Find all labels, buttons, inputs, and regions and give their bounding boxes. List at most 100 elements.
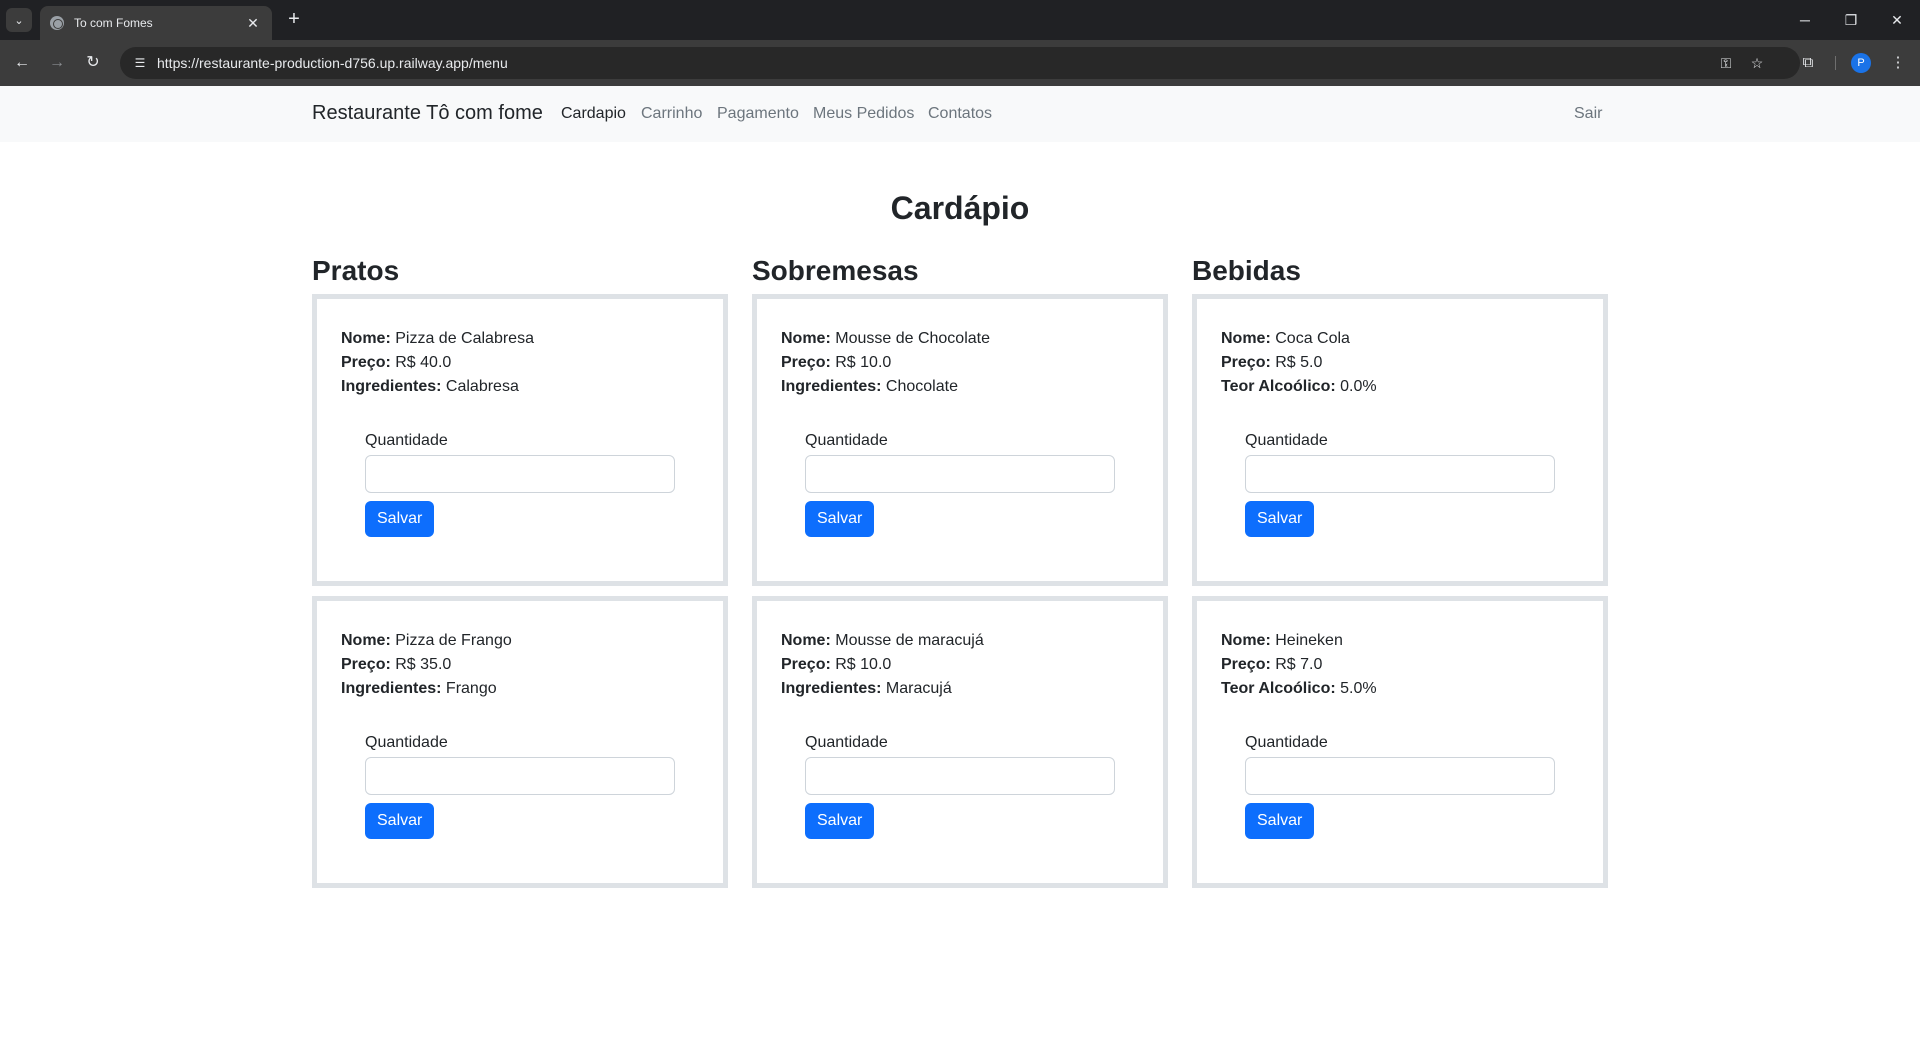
back-arrow-icon[interactable]: ←: [9, 50, 35, 76]
forward-arrow-icon[interactable]: →: [44, 50, 70, 76]
ingredients-label: Ingredientes:: [341, 378, 442, 395]
quantity-label: Quantidade: [805, 734, 888, 751]
site-info-icon[interactable]: ☰: [130, 53, 150, 73]
item-price: R$ 7.0: [1275, 656, 1323, 673]
quantity-input[interactable]: [805, 757, 1115, 795]
extensions-puzzle-icon[interactable]: ⧉: [1796, 51, 1820, 75]
menu-item-card: Nome: Mousse de maracujá Preço: R$ 10.0 …: [752, 596, 1168, 888]
item-info: Nome: Pizza de Calabresa Preço: R$ 40.0 …: [341, 327, 534, 399]
quantity-label: Quantidade: [365, 734, 448, 751]
alcohol-label: Teor Alcoólico:: [1221, 680, 1336, 697]
new-tab-plus-icon[interactable]: +: [282, 8, 306, 32]
item-name: Mousse de Chocolate: [835, 330, 990, 347]
restore-icon[interactable]: ❐: [1828, 6, 1874, 34]
password-key-icon[interactable]: ⚿: [1716, 53, 1736, 73]
page-title: Cardápio: [890, 190, 1030, 226]
toolbar-divider: [1835, 56, 1836, 70]
quantity-label: Quantidade: [1245, 432, 1328, 449]
quantity-label: Quantidade: [805, 432, 888, 449]
browser-toolbar: ← → ↻ ☰ https://restaurante-production-d…: [0, 40, 1920, 86]
item-alcohol: 5.0%: [1340, 680, 1377, 697]
menu-item-card: Nome: Pizza de Frango Preço: R$ 35.0 Ing…: [312, 596, 728, 888]
menu-item-card: Nome: Pizza de Calabresa Preço: R$ 40.0 …: [312, 294, 728, 586]
price-label: Preço:: [781, 354, 831, 371]
ingredients-label: Ingredientes:: [341, 680, 442, 697]
item-name: Coca Cola: [1275, 330, 1350, 347]
nav-link-pagamento[interactable]: Pagamento: [717, 105, 799, 123]
item-ingredients: Frango: [445, 680, 497, 697]
save-button[interactable]: Salvar: [1245, 501, 1315, 537]
item-info: Nome: Heineken Preço: R$ 7.0 Teor Alcoól…: [1221, 629, 1377, 701]
browser-tab[interactable]: To com Fomes ✕: [40, 6, 272, 40]
menu-item-card: Nome: Heineken Preço: R$ 7.0 Teor Alcoól…: [1192, 596, 1608, 888]
item-name: Heineken: [1275, 632, 1343, 649]
section-bebidas: Bebidas Nome: Coca Cola Preço: R$ 5.0 Te…: [1192, 252, 1608, 898]
quantity-label: Quantidade: [365, 432, 448, 449]
reload-icon[interactable]: ↻: [80, 50, 106, 76]
quantity-input[interactable]: [805, 455, 1115, 493]
quantity-input[interactable]: [1245, 455, 1555, 493]
item-name: Pizza de Frango: [395, 632, 512, 649]
name-label: Nome:: [781, 330, 831, 347]
item-info: Nome: Pizza de Frango Preço: R$ 35.0 Ing…: [341, 629, 512, 701]
address-bar[interactable]: ☰ https://restaurante-production-d756.up…: [120, 47, 1800, 79]
globe-icon: [50, 16, 64, 30]
name-label: Nome:: [341, 632, 391, 649]
save-button[interactable]: Salvar: [1245, 803, 1315, 839]
price-label: Preço:: [781, 656, 831, 673]
quantity-input[interactable]: [365, 757, 675, 795]
price-label: Preço:: [1221, 354, 1271, 371]
nav-link-carrinho[interactable]: Carrinho: [641, 105, 702, 123]
brand-link[interactable]: Restaurante Tô com fome: [312, 102, 543, 125]
name-label: Nome:: [1221, 330, 1271, 347]
ingredients-label: Ingredientes:: [781, 680, 882, 697]
site-navbar: Restaurante Tô com fome Cardapio Carrinh…: [0, 86, 1920, 142]
price-label: Preço:: [1221, 656, 1271, 673]
price-label: Preço:: [341, 354, 391, 371]
quantity-input[interactable]: [365, 455, 675, 493]
section-sobremesas: Sobremesas Nome: Mousse de Chocolate Pre…: [752, 252, 1168, 898]
save-button[interactable]: Salvar: [805, 501, 875, 537]
item-info: Nome: Mousse de maracujá Preço: R$ 10.0 …: [781, 629, 984, 701]
name-label: Nome:: [1221, 632, 1271, 649]
nav-link-cardapio[interactable]: Cardapio: [561, 105, 626, 123]
tab-search-chevron-icon[interactable]: ⌄: [6, 8, 32, 32]
close-window-icon[interactable]: ✕: [1874, 6, 1920, 34]
price-label: Preço:: [341, 656, 391, 673]
save-button[interactable]: Salvar: [365, 803, 435, 839]
item-name: Mousse de maracujá: [835, 632, 984, 649]
bookmark-star-icon[interactable]: ☆: [1747, 53, 1767, 73]
section-pratos: Pratos Nome: Pizza de Calabresa Preço: R…: [312, 252, 728, 898]
item-price: R$ 5.0: [1275, 354, 1323, 371]
browser-tab-strip: ⌄ To com Fomes ✕ + ─ ❐ ✕: [0, 0, 1920, 40]
name-label: Nome:: [781, 632, 831, 649]
section-title: Bebidas: [1192, 255, 1301, 286]
close-tab-icon[interactable]: ✕: [244, 15, 262, 32]
item-price: R$ 10.0: [835, 354, 892, 371]
item-ingredients: Maracujá: [885, 680, 952, 697]
logout-link[interactable]: Sair: [1574, 105, 1602, 123]
profile-avatar[interactable]: P: [1851, 53, 1871, 73]
alcohol-label: Teor Alcoólico:: [1221, 378, 1336, 395]
tab-title: To com Fomes: [74, 16, 153, 30]
quantity-label: Quantidade: [1245, 734, 1328, 751]
menu-item-card: Nome: Mousse de Chocolate Preço: R$ 10.0…: [752, 294, 1168, 586]
item-ingredients: Calabresa: [445, 378, 519, 395]
url-text[interactable]: https://restaurante-production-d756.up.r…: [157, 55, 508, 71]
name-label: Nome:: [341, 330, 391, 347]
save-button[interactable]: Salvar: [805, 803, 875, 839]
section-title: Sobremesas: [752, 255, 919, 286]
more-menu-icon[interactable]: ⋮: [1886, 51, 1910, 75]
nav-link-contatos[interactable]: Contatos: [928, 105, 992, 123]
save-button[interactable]: Salvar: [365, 501, 435, 537]
item-info: Nome: Mousse de Chocolate Preço: R$ 10.0…: [781, 327, 990, 399]
item-info: Nome: Coca Cola Preço: R$ 5.0 Teor Alcoó…: [1221, 327, 1377, 399]
quantity-input[interactable]: [1245, 757, 1555, 795]
item-price: R$ 10.0: [835, 656, 892, 673]
item-alcohol: 0.0%: [1340, 378, 1377, 395]
section-title: Pratos: [312, 255, 400, 286]
item-price: R$ 40.0: [395, 354, 452, 371]
nav-link-meus-pedidos[interactable]: Meus Pedidos: [813, 105, 914, 123]
minimize-icon[interactable]: ─: [1782, 6, 1828, 34]
ingredients-label: Ingredientes:: [781, 378, 882, 395]
